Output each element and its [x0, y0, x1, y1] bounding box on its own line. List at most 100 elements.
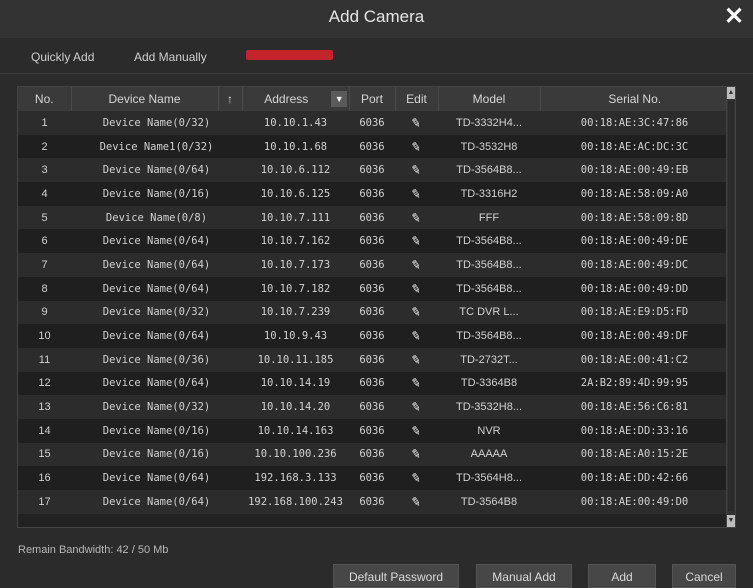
pencil-icon[interactable]: ✎	[395, 158, 438, 183]
pencil-icon[interactable]: ✎	[410, 399, 422, 415]
column-header-port[interactable]: Port	[349, 87, 396, 111]
cell-no: 6	[18, 229, 71, 254]
cell-no: 3	[18, 158, 71, 183]
pencil-icon[interactable]: ✎	[410, 139, 422, 155]
cell-no: 10	[18, 324, 71, 348]
dialog-titlebar: Add Camera ✕	[0, 0, 753, 38]
table-header: No. Device Name ↑ Address ▼ Port Edit Mo…	[18, 87, 729, 111]
cell-serial: 00:18:AE:A0:15:2E	[540, 442, 729, 467]
cell-port: 6036	[349, 347, 395, 372]
pencil-icon[interactable]: ✎	[410, 376, 422, 392]
cell-device-name: Device Name1(0/32)	[71, 134, 242, 159]
pencil-icon[interactable]: ✎	[410, 257, 422, 273]
pencil-icon[interactable]: ✎	[395, 418, 438, 443]
cell-address: 10.10.9.43	[242, 324, 349, 348]
pencil-icon[interactable]: ✎	[410, 186, 422, 202]
pencil-icon[interactable]: ✎	[395, 253, 438, 277]
redacted-label-bar	[246, 50, 333, 60]
tab-add-manually[interactable]: Add Manually	[134, 50, 207, 64]
scroll-down-icon[interactable]: ▼	[727, 515, 735, 527]
sort-ascending-icon[interactable]: ↑	[218, 87, 243, 111]
table-scrollbar[interactable]: ▲ ▼	[726, 87, 735, 527]
table-row[interactable]: 14 Device Name(0/16) 10.10.14.163 6036 ✎ NVR 0…	[18, 418, 729, 443]
pencil-icon[interactable]: ✎	[395, 229, 438, 254]
column-header-address[interactable]: Address	[242, 87, 330, 111]
pencil-icon[interactable]: ✎	[395, 182, 438, 206]
column-header-device-name[interactable]: Device Name	[71, 87, 219, 111]
table-row[interactable]: 3 Device Name(0/64) 10.10.6.112 6036 ✎ TD-356…	[18, 158, 729, 183]
table-row[interactable]: 11 Device Name(0/36) 10.10.11.185 6036 ✎ TD-2…	[18, 347, 729, 372]
cell-device-name: Device Name(0/36)	[71, 347, 242, 372]
pencil-icon[interactable]: ✎	[395, 371, 438, 396]
scrollbar-thumb[interactable]	[728, 101, 734, 511]
pencil-icon[interactable]: ✎	[410, 494, 422, 510]
cell-address: 10.10.7.162	[242, 229, 349, 254]
pencil-icon[interactable]: ✎	[395, 324, 438, 348]
pencil-icon[interactable]: ✎	[395, 347, 438, 372]
table-row[interactable]: 13 Device Name(0/32) 10.10.14.20 6036 ✎ TD-35…	[18, 395, 729, 419]
chevron-down-icon[interactable]: ▼	[330, 87, 350, 111]
table-row[interactable]: 8 Device Name(0/64) 10.10.7.182 6036 ✎ TD-356…	[18, 276, 729, 301]
cell-port: 6036	[349, 371, 395, 396]
pencil-icon[interactable]: ✎	[395, 134, 438, 159]
table-row[interactable]: 7 Device Name(0/64) 10.10.7.173 6036 ✎ TD-356…	[18, 253, 729, 277]
pencil-icon[interactable]: ✎	[395, 442, 438, 467]
pencil-icon[interactable]: ✎	[410, 470, 422, 486]
remain-bandwidth: Remain Bandwidth: 42 / 50 Mb	[18, 544, 169, 556]
pencil-icon[interactable]: ✎	[410, 328, 422, 344]
cell-serial: 00:18:AE:E9:D5:FD	[540, 300, 729, 325]
add-button[interactable]: Add	[588, 564, 656, 588]
device-table: No. Device Name ↑ Address ▼ Port Edit Mo…	[17, 86, 736, 528]
table-row[interactable]: 9 Device Name(0/32) 10.10.7.239 6036 ✎ TC DVR…	[18, 300, 729, 325]
pencil-icon[interactable]: ✎	[410, 115, 422, 131]
table-row[interactable]: 5 Device Name(0/8) 10.10.7.111 6036 ✎ FFF 00:1…	[18, 205, 729, 230]
cell-port: 6036	[349, 324, 395, 348]
cancel-button[interactable]: Cancel	[672, 564, 736, 588]
pencil-icon[interactable]: ✎	[410, 423, 422, 439]
tab-redacted[interactable]	[246, 50, 333, 63]
table-row[interactable]: 12 Device Name(0/64) 10.10.14.19 6036 ✎ TD-33…	[18, 371, 729, 396]
table-row[interactable]: 17 Device Name(0/64) 192.168.100.243 6036 ✎ T…	[18, 490, 729, 514]
manual-add-button[interactable]: Manual Add	[476, 564, 572, 588]
tab-quickly-add[interactable]: Quickly Add	[31, 50, 94, 64]
pencil-icon[interactable]: ✎	[410, 305, 422, 321]
cell-device-name: Device Name(0/64)	[71, 158, 242, 183]
cell-model: TD-3564B8...	[438, 158, 540, 183]
pencil-icon[interactable]: ✎	[395, 276, 438, 301]
table-row[interactable]: 15 Device Name(0/16) 10.10.100.236 6036 ✎ AAA…	[18, 442, 729, 467]
pencil-icon[interactable]: ✎	[410, 281, 422, 297]
column-header-no[interactable]: No.	[18, 87, 72, 111]
pencil-icon[interactable]: ✎	[410, 162, 422, 178]
pencil-icon[interactable]: ✎	[410, 210, 422, 226]
cell-model: NVR	[438, 418, 540, 443]
table-row[interactable]: 1 Device Name(0/32) 10.10.1.43 6036 ✎ TD-3332…	[18, 111, 729, 135]
pencil-icon[interactable]: ✎	[395, 395, 438, 419]
cell-serial: 2A:B2:89:4D:99:95	[540, 371, 729, 396]
scroll-up-icon[interactable]: ▲	[727, 87, 735, 99]
default-password-button[interactable]: Default Password	[333, 564, 459, 588]
cell-no: 12	[18, 371, 71, 396]
cell-port: 6036	[349, 395, 395, 419]
table-row[interactable]: 4 Device Name(0/16) 10.10.6.125 6036 ✎ TD-331…	[18, 182, 729, 206]
column-header-edit[interactable]: Edit	[395, 87, 439, 111]
cell-no: 2	[18, 134, 71, 159]
cell-model: TD-3316H2	[438, 182, 540, 206]
pencil-icon[interactable]: ✎	[410, 234, 422, 250]
pencil-icon[interactable]: ✎	[395, 300, 438, 325]
pencil-icon[interactable]: ✎	[395, 466, 438, 490]
close-icon[interactable]: ✕	[721, 4, 747, 30]
table-row[interactable]: 6 Device Name(0/64) 10.10.7.162 6036 ✎ TD-356…	[18, 229, 729, 254]
pencil-icon[interactable]: ✎	[410, 447, 422, 463]
pencil-icon[interactable]: ✎	[395, 111, 438, 135]
pencil-icon[interactable]: ✎	[410, 352, 422, 368]
table-row[interactable]: 2 Device Name1(0/32) 10.10.1.68 6036 ✎ TD-353…	[18, 134, 729, 159]
pencil-icon[interactable]: ✎	[395, 205, 438, 230]
table-row[interactable]: 16 Device Name(0/64) 192.168.3.133 6036 ✎ TD-…	[18, 466, 729, 490]
column-header-model[interactable]: Model	[438, 87, 541, 111]
column-header-serial[interactable]: Serial No.	[540, 87, 729, 111]
table-row[interactable]: 10 Device Name(0/64) 10.10.9.43 6036 ✎ TD-356…	[18, 324, 729, 348]
pencil-icon[interactable]: ✎	[395, 490, 438, 514]
cell-port: 6036	[349, 229, 395, 254]
tab-bar: Quickly Add Add Manually	[0, 38, 753, 74]
cell-port: 6036	[349, 418, 395, 443]
